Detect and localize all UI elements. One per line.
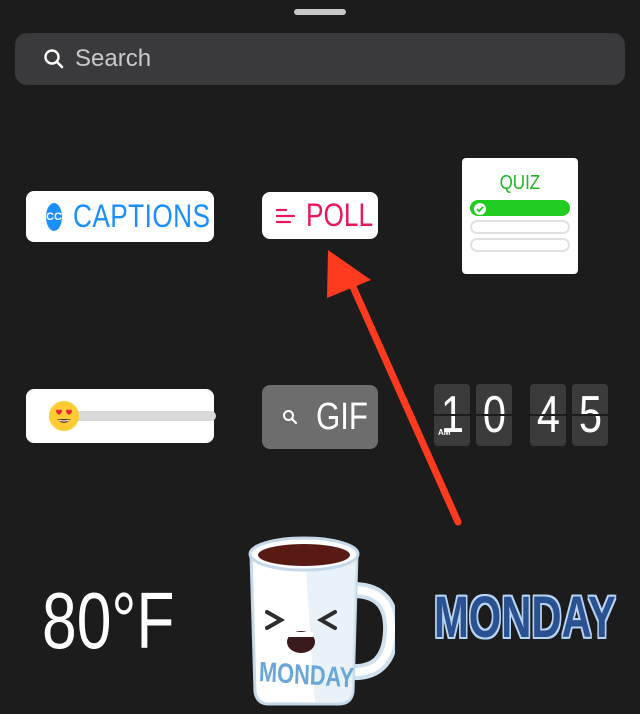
cc-icon: CC (46, 202, 62, 231)
mug-label: MONDAY (258, 656, 355, 694)
search-icon (282, 409, 298, 425)
gif-sticker[interactable]: GIF (262, 385, 378, 449)
slider-track (70, 411, 216, 421)
captions-label: CAPTIONS (72, 198, 211, 234)
search-input[interactable]: Search (75, 45, 151, 73)
search-icon (43, 48, 65, 70)
monday-mug-sticker[interactable]: MONDAY (245, 532, 400, 707)
poll-sticker[interactable]: POLL (262, 192, 378, 239)
checkmark-icon (474, 203, 486, 215)
ampm-label: AM (438, 428, 451, 437)
clock-digit: 5 (572, 384, 608, 446)
poll-label: POLL (306, 197, 374, 233)
quiz-title: QUIZ (499, 172, 541, 194)
sheet-grabber[interactable] (294, 9, 346, 15)
clock-digit: 4 (530, 384, 566, 446)
temperature-sticker[interactable]: 80°F (42, 575, 174, 667)
quiz-option (470, 220, 570, 234)
emoji-slider-sticker[interactable] (26, 389, 216, 443)
clock-digit: 0 (476, 384, 512, 446)
gif-label: GIF (316, 395, 368, 438)
captions-sticker[interactable]: CC CAPTIONS (26, 191, 214, 242)
poll-lines-icon (275, 207, 296, 225)
search-bar[interactable]: Search (15, 33, 625, 85)
clock-digit: AM 1 (434, 384, 470, 446)
clock-sticker[interactable]: AM 1 0 4 5 (434, 384, 608, 448)
quiz-option (470, 238, 570, 252)
monday-sticker[interactable]: MONDAY (434, 584, 616, 651)
quiz-option-correct (470, 200, 570, 216)
heart-eyes-emoji-icon (48, 400, 80, 432)
quiz-sticker[interactable]: QUIZ (462, 158, 578, 274)
